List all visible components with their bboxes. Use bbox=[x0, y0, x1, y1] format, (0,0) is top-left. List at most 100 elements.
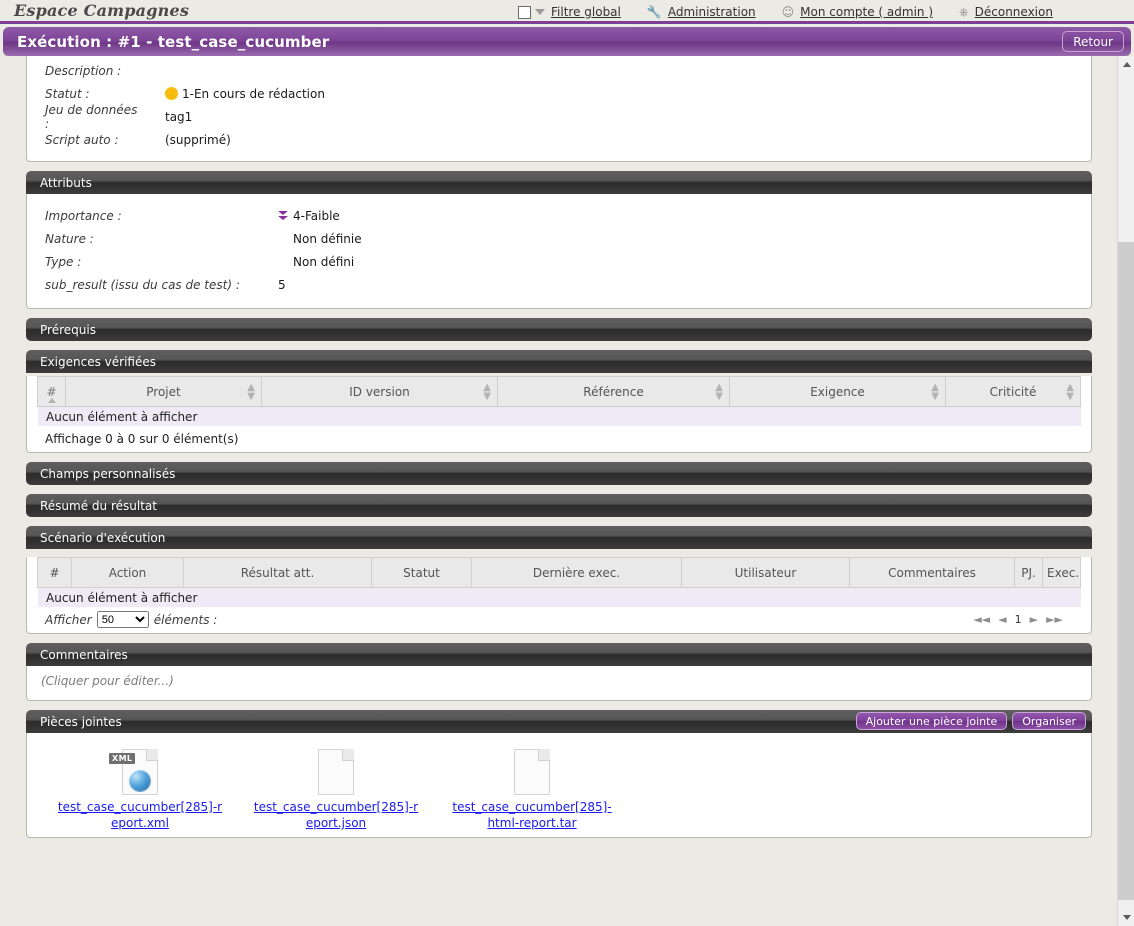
pieces-jointes-panel: XML test_case_cucumber[285]-report.xml t… bbox=[26, 733, 1092, 838]
app-brand: Espace Campagnes bbox=[14, 1, 189, 20]
col-utilisateur[interactable]: Utilisateur bbox=[682, 558, 850, 588]
col-id-version[interactable]: ID version ▲▼ bbox=[262, 377, 498, 407]
col-projet[interactable]: Projet ▲▼ bbox=[66, 377, 262, 407]
col-derniere-exec[interactable]: Dernière exec. bbox=[472, 558, 682, 588]
attr-row-importance: Importance : 4-Faible bbox=[27, 204, 1091, 227]
xml-file-icon: XML bbox=[122, 749, 158, 795]
attachment-item[interactable]: test_case_cucumber[285]-report.json bbox=[253, 743, 419, 831]
comment-editor-placeholder[interactable]: (Cliquer pour éditer...) bbox=[27, 666, 1091, 700]
global-top-bar: Espace Campagnes Filtre global 🔧 Adminis… bbox=[0, 0, 1134, 24]
vertical-scrollbar[interactable] bbox=[1117, 56, 1134, 926]
section-header-resume-resultat[interactable]: Résumé du résultat bbox=[26, 494, 1092, 517]
col-step-index[interactable]: # bbox=[38, 558, 72, 588]
script-value: (supprimé) bbox=[165, 133, 231, 147]
attachment-icon-wrap bbox=[253, 743, 419, 795]
my-account-link[interactable]: ☺ Mon compte ( admin ) bbox=[782, 0, 933, 24]
attachment-link[interactable]: test_case_cucumber[285]-html-report.tar bbox=[449, 799, 615, 831]
section-header-scenario[interactable]: Scénario d'exécution bbox=[26, 526, 1092, 549]
scroll-down-button[interactable] bbox=[1118, 909, 1134, 926]
type-value: Non défini bbox=[293, 255, 354, 269]
prerequis-header-label: Prérequis bbox=[40, 323, 96, 337]
info-row-dataset: Jeu de données : tag1 bbox=[27, 105, 1091, 128]
col-exigence-label: Exigence bbox=[810, 385, 865, 399]
my-account-label[interactable]: Mon compte ( admin ) bbox=[800, 5, 933, 19]
section-header-prerequis[interactable]: Prérequis bbox=[26, 318, 1092, 341]
section-header-champs-personnalises[interactable]: Champs personnalisés bbox=[26, 462, 1092, 485]
attachment-icon-wrap: XML bbox=[57, 743, 223, 795]
col-criticite-label: Criticité bbox=[990, 385, 1037, 399]
subresult-value: 5 bbox=[278, 278, 286, 292]
section-header-attributs[interactable]: Attributs bbox=[26, 171, 1092, 194]
col-statut[interactable]: Statut bbox=[372, 558, 472, 588]
sort-icon[interactable]: ▲▼ bbox=[483, 383, 491, 401]
administration-link[interactable]: 🔧 Administration bbox=[647, 0, 756, 24]
sort-icon[interactable]: ▲▼ bbox=[931, 383, 939, 401]
power-icon: ⎈ bbox=[959, 6, 969, 18]
global-filter-control[interactable]: Filtre global bbox=[518, 0, 621, 24]
col-utilisateur-label: Utilisateur bbox=[735, 566, 797, 580]
pager-prev-button[interactable]: ◄ bbox=[998, 613, 1006, 626]
attachment-icon-wrap bbox=[449, 743, 615, 795]
col-criticite[interactable]: Criticité ▲▼ bbox=[946, 377, 1081, 407]
col-pj[interactable]: PJ. bbox=[1015, 558, 1043, 588]
sort-icon[interactable]: ▲▼ bbox=[247, 383, 255, 401]
col-derniere-exec-label: Dernière exec. bbox=[533, 566, 620, 580]
scrollbar-thumb[interactable] bbox=[1118, 242, 1134, 900]
arrow-up-icon bbox=[1123, 62, 1131, 67]
logout-link[interactable]: ⎈ Déconnexion bbox=[959, 0, 1053, 24]
sort-icon[interactable]: ▲▼ bbox=[715, 383, 723, 401]
page-size-select[interactable]: 50 bbox=[97, 611, 149, 628]
back-button[interactable]: Retour bbox=[1062, 31, 1124, 52]
col-resultat-att[interactable]: Résultat att. bbox=[184, 558, 372, 588]
nature-value: Non définie bbox=[293, 232, 362, 246]
col-resultat-att-label: Résultat att. bbox=[241, 566, 315, 580]
section-header-commentaires[interactable]: Commentaires bbox=[26, 643, 1092, 666]
col-index[interactable]: # bbox=[38, 377, 66, 407]
global-filter-link[interactable]: Filtre global bbox=[551, 5, 621, 19]
attachment-item[interactable]: test_case_cucumber[285]-html-report.tar bbox=[449, 743, 615, 831]
sort-asc-icon bbox=[48, 398, 56, 403]
pager-first-button[interactable]: ◄◄ bbox=[973, 613, 990, 626]
section-header-exigences[interactable]: Exigences vérifiées bbox=[26, 350, 1092, 373]
subresult-label: sub_result (issu du cas de test) : bbox=[45, 278, 265, 292]
col-exec[interactable]: Exec. bbox=[1043, 558, 1081, 588]
info-row-description: Description : bbox=[27, 59, 1091, 82]
attachment-item[interactable]: XML test_case_cucumber[285]-report.xml bbox=[57, 743, 223, 831]
scroll-up-button[interactable] bbox=[1118, 56, 1134, 73]
statut-label: Statut : bbox=[45, 87, 145, 101]
col-exigence[interactable]: Exigence ▲▼ bbox=[730, 377, 946, 407]
logout-label[interactable]: Déconnexion bbox=[975, 5, 1053, 19]
commentaires-header-label: Commentaires bbox=[40, 648, 128, 662]
col-exec-label: Exec. bbox=[1047, 566, 1079, 580]
scenario-header-label: Scénario d'exécution bbox=[40, 531, 165, 545]
importance-label: Importance : bbox=[45, 209, 265, 223]
organize-attachments-button[interactable]: Organiser bbox=[1012, 712, 1086, 730]
chevron-down-icon[interactable] bbox=[535, 9, 545, 15]
attachment-link[interactable]: test_case_cucumber[285]-report.json bbox=[253, 799, 419, 831]
sort-icon[interactable]: ▲▼ bbox=[1066, 383, 1074, 401]
scenario-table-footer: Afficher 50 éléments : ◄◄ ◄ 1 ► ►► bbox=[37, 607, 1081, 629]
global-filter-checkbox[interactable] bbox=[518, 6, 531, 19]
administration-label[interactable]: Administration bbox=[668, 5, 756, 19]
section-header-pieces-jointes[interactable]: Pièces jointes Ajouter une pièce jointe … bbox=[26, 710, 1092, 733]
double-chevron-down-icon bbox=[278, 210, 289, 222]
page-title: Exécution : #1 - test_case_cucumber bbox=[17, 33, 329, 51]
col-action[interactable]: Action bbox=[72, 558, 184, 588]
exigences-header-row: # Projet ▲▼ ID version ▲▼ bbox=[38, 377, 1081, 407]
status-dot-icon bbox=[165, 87, 178, 100]
attachment-link[interactable]: test_case_cucumber[285]-report.xml bbox=[57, 799, 223, 831]
importance-value: 4-Faible bbox=[293, 209, 340, 223]
col-projet-label: Projet bbox=[146, 385, 180, 399]
pager-last-button[interactable]: ►► bbox=[1046, 613, 1063, 626]
attr-row-type: Type : Non défini bbox=[27, 250, 1091, 273]
nature-label: Nature : bbox=[45, 232, 265, 246]
exigences-empty-row: Aucun élément à afficher bbox=[37, 407, 1081, 426]
col-reference[interactable]: Référence ▲▼ bbox=[498, 377, 730, 407]
champs-header-label: Champs personnalisés bbox=[40, 467, 175, 481]
pager-current-page[interactable]: 1 bbox=[1015, 613, 1022, 626]
pager-next-button[interactable]: ► bbox=[1030, 613, 1038, 626]
add-attachment-button[interactable]: Ajouter une pièce jointe bbox=[856, 712, 1008, 730]
attr-row-nature: Nature : Non définie bbox=[27, 227, 1091, 250]
col-commentaires[interactable]: Commentaires bbox=[850, 558, 1015, 588]
content-inner: Référence : Description : Statut : 1-En … bbox=[0, 56, 1106, 838]
